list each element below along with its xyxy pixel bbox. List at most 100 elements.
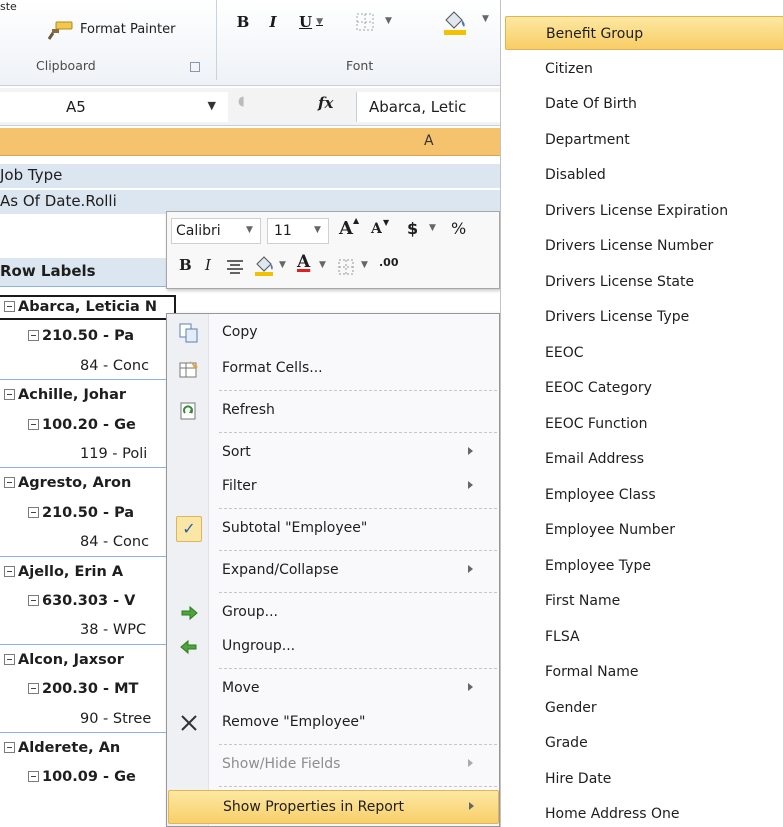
format-painter-button[interactable]: Format Painter bbox=[48, 18, 208, 44]
menu-item-filter[interactable]: Filter bbox=[168, 470, 499, 504]
formula-cancel-icon[interactable]: ◖ bbox=[238, 94, 264, 118]
menu-item-move-label: Move bbox=[222, 680, 260, 696]
submenu-item[interactable]: Drivers License Number bbox=[505, 229, 783, 263]
menu-item-refresh[interactable]: Refresh bbox=[168, 394, 499, 428]
submenu-item[interactable]: Disabled bbox=[505, 158, 783, 192]
submenu-item[interactable]: Drivers License Expiration bbox=[505, 194, 783, 228]
submenu-item[interactable]: Formal Name bbox=[505, 655, 783, 689]
pivot-row-employee[interactable]: Ajello, Erin A bbox=[4, 557, 123, 587]
pivot-row-job[interactable]: 200.30 - MT bbox=[28, 674, 138, 704]
name-box-dropdown-icon[interactable]: ▼ bbox=[208, 99, 216, 112]
menu-item-ungroup[interactable]: Ungroup... bbox=[168, 630, 499, 664]
submenu-item[interactable]: Hire Date bbox=[505, 762, 783, 796]
menu-item-copy[interactable]: Copy bbox=[168, 316, 499, 350]
collapse-toggle-icon[interactable] bbox=[28, 418, 39, 430]
mini-italic-button[interactable]: I bbox=[205, 256, 211, 274]
submenu-item[interactable]: Gender bbox=[505, 691, 783, 725]
mini-bold-button[interactable]: B bbox=[179, 256, 192, 274]
borders-button[interactable]: ▼ bbox=[355, 12, 399, 34]
name-box[interactable]: A5 ▼ bbox=[0, 92, 228, 122]
submenu-item[interactable]: Employee Type bbox=[505, 549, 783, 583]
submenu-item-label: Employee Number bbox=[545, 522, 676, 538]
fill-color-button[interactable]: ▼ bbox=[440, 8, 496, 38]
submenu-item[interactable]: First Name bbox=[505, 584, 783, 618]
pivot-row-job[interactable]: 100.20 - Ge bbox=[28, 410, 136, 440]
submenu-item[interactable]: EEOC bbox=[505, 336, 783, 370]
collapse-toggle-icon[interactable] bbox=[28, 595, 39, 606]
name-box-value: A5 bbox=[66, 98, 86, 116]
menu-item-ungroup-label: Ungroup... bbox=[222, 638, 296, 654]
pivot-row-employee[interactable]: Alcon, Jaxsor bbox=[4, 645, 124, 675]
mini-fill-color-icon[interactable] bbox=[253, 254, 277, 276]
pivot-row-job[interactable]: 210.50 - Pa bbox=[28, 321, 134, 351]
mini-borders-icon[interactable] bbox=[337, 258, 357, 276]
column-header-a[interactable]: A bbox=[0, 128, 500, 156]
submenu-item[interactable]: Drivers License Type bbox=[505, 300, 783, 334]
menu-item-show-properties[interactable]: Show Properties in Report bbox=[168, 790, 499, 824]
submenu-item[interactable]: Citizen bbox=[505, 52, 783, 86]
submenu-item[interactable]: Email Address bbox=[505, 442, 783, 476]
collapse-toggle-icon[interactable] bbox=[4, 565, 15, 577]
pivot-row-job[interactable]: 100.09 - Ge bbox=[28, 762, 136, 792]
cell-job-type[interactable]: Job Type bbox=[0, 164, 500, 188]
pivot-row-detail[interactable]: 38 - WPC bbox=[80, 615, 146, 645]
collapse-toggle-icon[interactable] bbox=[28, 330, 39, 342]
pivot-row-job[interactable]: 630.303 - V bbox=[28, 586, 135, 616]
menu-item-sort[interactable]: Sort bbox=[168, 436, 499, 470]
submenu-item[interactable]: EEOC Function bbox=[505, 407, 783, 441]
submenu-arrow-icon bbox=[468, 683, 473, 691]
insert-function-button[interactable]: fx bbox=[318, 94, 333, 112]
menu-item-move[interactable]: Move bbox=[168, 672, 499, 706]
submenu-item[interactable]: Grade bbox=[505, 726, 783, 760]
submenu-item[interactable]: FLSA bbox=[505, 620, 783, 654]
menu-item-format-cells[interactable]: Format Cells... bbox=[168, 352, 499, 386]
collapse-toggle-icon[interactable] bbox=[28, 683, 39, 695]
pivot-group-divider bbox=[0, 379, 176, 381]
submenu-item[interactable]: Benefit Group bbox=[505, 16, 783, 50]
submenu-item[interactable]: Drivers License State bbox=[505, 265, 783, 299]
mini-font-color-button[interactable]: A bbox=[297, 252, 310, 272]
pivot-row-job[interactable]: 210.50 - Pa bbox=[28, 498, 134, 528]
increase-decimal-button[interactable]: .00 bbox=[379, 256, 399, 269]
formula-input[interactable]: Abarca, Letic bbox=[356, 92, 500, 122]
bold-button[interactable]: B bbox=[230, 8, 256, 36]
pivot-row-detail[interactable]: 84 - Conc bbox=[80, 527, 149, 557]
collapse-toggle-icon[interactable] bbox=[4, 477, 15, 489]
menu-item-show-hide-fields[interactable]: Show/Hide Fields bbox=[168, 748, 499, 782]
submenu-item[interactable]: Home Address One bbox=[505, 797, 783, 827]
menu-item-remove[interactable]: Remove "Employee" bbox=[168, 706, 499, 740]
pivot-row-detail[interactable]: 84 - Conc bbox=[80, 351, 149, 381]
clipboard-launcher-icon[interactable] bbox=[190, 62, 200, 72]
menu-item-group[interactable]: Group... bbox=[168, 596, 499, 630]
submenu-item[interactable]: Department bbox=[505, 123, 783, 157]
mini-font-size-box[interactable]: 11 ▼ bbox=[267, 218, 329, 244]
currency-button[interactable]: $ bbox=[407, 219, 418, 238]
menu-item-subtotal[interactable]: ✓ Subtotal "Employee" bbox=[168, 512, 499, 546]
align-center-icon[interactable] bbox=[225, 258, 245, 276]
submenu-item[interactable]: EEOC Category bbox=[505, 371, 783, 405]
italic-button[interactable]: I bbox=[260, 8, 286, 36]
collapse-toggle-icon[interactable] bbox=[4, 742, 15, 753]
collapse-toggle-icon[interactable] bbox=[4, 653, 15, 665]
pivot-group-divider bbox=[0, 467, 176, 469]
pivot-row-detail[interactable]: 90 - Stree bbox=[80, 704, 151, 734]
row-labels-header: Row Labels bbox=[0, 262, 96, 280]
formula-bar: A5 ▼ ◖ fx Abarca, Letic bbox=[0, 88, 500, 126]
collapse-toggle-icon[interactable] bbox=[4, 389, 15, 401]
submenu-item[interactable]: Employee Number bbox=[505, 513, 783, 547]
pivot-row-detail[interactable]: 119 - Poli bbox=[80, 439, 147, 469]
collapse-toggle-icon[interactable] bbox=[28, 506, 39, 518]
grow-font-button[interactable]: A bbox=[339, 218, 353, 239]
mini-font-name-box[interactable]: Calibri ▼ bbox=[171, 218, 261, 244]
pivot-row-employee[interactable]: Achille, Johar bbox=[4, 380, 126, 410]
pivot-row-employee[interactable]: Alderete, An bbox=[4, 733, 120, 763]
submenu-item[interactable]: Employee Class bbox=[505, 478, 783, 512]
shrink-font-button[interactable]: A bbox=[371, 221, 382, 237]
menu-item-expand-collapse[interactable]: Expand/Collapse bbox=[168, 554, 499, 588]
submenu-item[interactable]: Date Of Birth bbox=[505, 87, 783, 121]
collapse-toggle-icon[interactable] bbox=[28, 771, 39, 783]
underline-label: U bbox=[298, 13, 313, 31]
percent-button[interactable]: % bbox=[451, 219, 466, 238]
pivot-row-employee[interactable]: Agresto, Aron bbox=[4, 468, 131, 498]
underline-button[interactable]: U ▼ bbox=[290, 8, 332, 36]
